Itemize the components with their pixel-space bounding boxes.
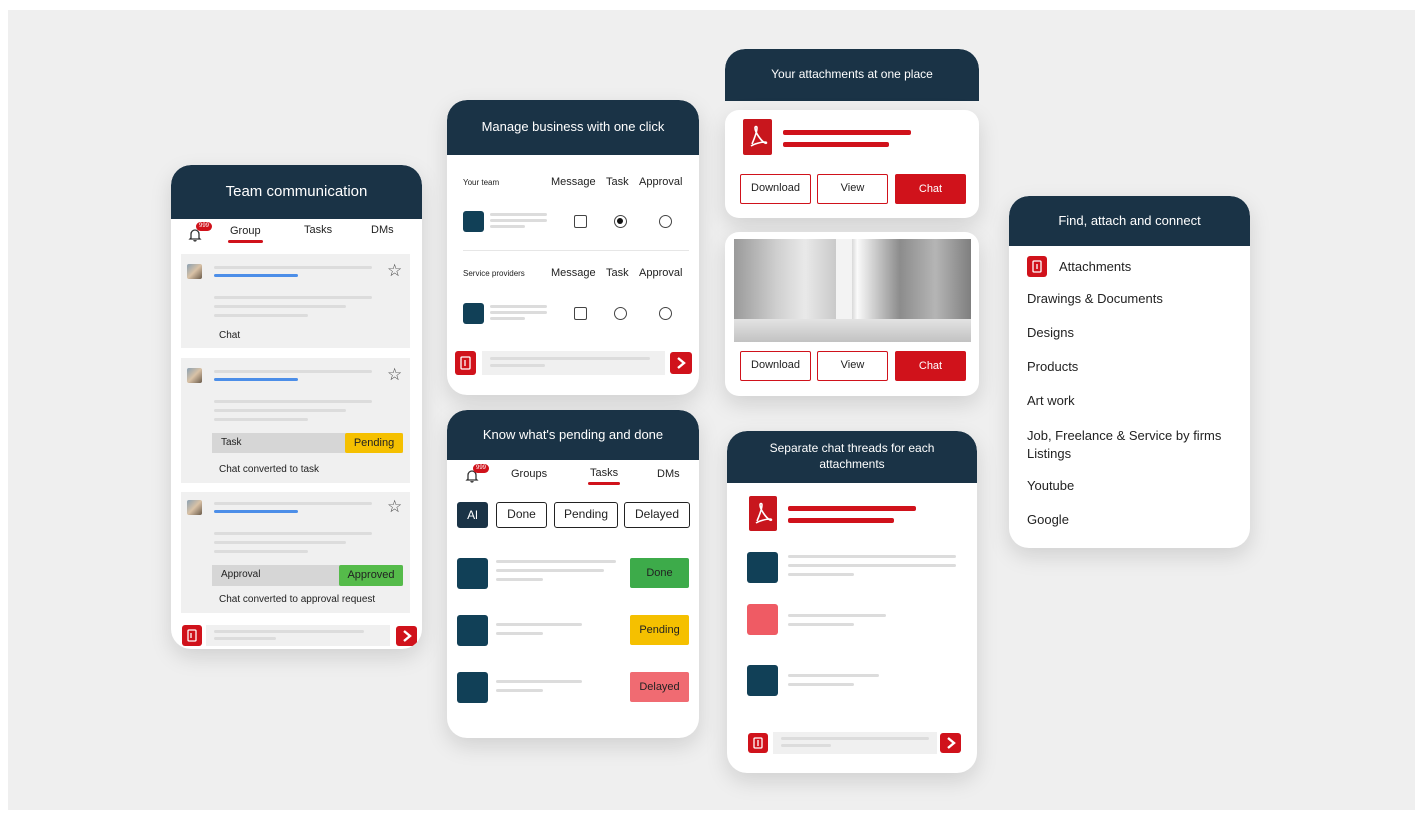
thread-avatar bbox=[747, 552, 778, 583]
status-delayed: Delayed bbox=[630, 672, 689, 702]
list-item-designs[interactable]: Designs bbox=[1027, 325, 1074, 340]
chat-message[interactable]: ☆ Chat bbox=[181, 254, 410, 348]
tab-dms[interactable]: DMs bbox=[657, 468, 680, 480]
chat-message[interactable]: ☆ Approval Approved Chat converted to ap… bbox=[181, 492, 410, 613]
list-item-youtube[interactable]: Youtube bbox=[1027, 478, 1074, 493]
filter-delayed[interactable]: Delayed bbox=[624, 502, 690, 528]
list-item-products[interactable]: Products bbox=[1027, 359, 1078, 374]
attachment-button[interactable] bbox=[455, 351, 476, 375]
status-done: Done bbox=[630, 558, 689, 588]
approval-radio[interactable] bbox=[659, 215, 672, 228]
column-message: Message bbox=[551, 176, 596, 188]
message-input[interactable] bbox=[773, 732, 937, 754]
provider-avatar bbox=[463, 303, 484, 324]
task-avatar bbox=[457, 672, 488, 703]
chat-threads-card: Separate chat threads for each attachmen… bbox=[727, 431, 977, 773]
card-title: Team communication bbox=[171, 165, 422, 219]
message-footer: Chat bbox=[219, 330, 241, 341]
attachment-icon bbox=[1027, 256, 1047, 277]
pdf-icon bbox=[749, 496, 777, 531]
section-label: Service providers bbox=[463, 269, 525, 278]
download-button[interactable]: Download bbox=[740, 174, 811, 204]
chat-message[interactable]: ☆ Task Pending Chat converted to task bbox=[181, 358, 410, 483]
attachment-file-card: Download View Chat bbox=[725, 110, 979, 218]
star-icon[interactable]: ☆ bbox=[387, 498, 402, 515]
thread-avatar bbox=[747, 604, 778, 635]
section-label: Your team bbox=[463, 178, 500, 187]
filter-done[interactable]: Done bbox=[496, 502, 547, 528]
list-item-artwork[interactable]: Art work bbox=[1027, 393, 1075, 408]
pending-done-card: Know what's pending and done 999 Groups … bbox=[447, 410, 699, 738]
task-radio[interactable] bbox=[614, 307, 627, 320]
attachment-button[interactable] bbox=[182, 625, 202, 646]
send-button[interactable] bbox=[940, 733, 961, 753]
team-member-avatar bbox=[463, 211, 484, 232]
card-title: Separate chat threads for each attachmen… bbox=[727, 431, 977, 483]
tab-groups[interactable]: Groups bbox=[511, 468, 547, 480]
avatar bbox=[187, 368, 202, 383]
avatar bbox=[187, 264, 202, 279]
list-item-google[interactable]: Google bbox=[1027, 512, 1069, 527]
message-input[interactable] bbox=[206, 625, 390, 646]
message-checkbox[interactable] bbox=[574, 215, 587, 228]
task-avatar bbox=[457, 558, 488, 589]
status-badge: Pending bbox=[345, 433, 403, 453]
team-communication-card: Team communication 999 Group Tasks DMs ☆… bbox=[171, 165, 422, 649]
column-approval: Approval bbox=[639, 176, 683, 188]
approval-radio[interactable] bbox=[659, 307, 672, 320]
send-button[interactable] bbox=[670, 352, 692, 374]
attachment-image-card: Download View Chat bbox=[725, 232, 979, 396]
tab-dms[interactable]: DMs bbox=[371, 224, 394, 236]
star-icon[interactable]: ☆ bbox=[387, 366, 402, 383]
card-title: Know what's pending and done bbox=[447, 410, 699, 460]
attachments-heading: Attachments bbox=[1059, 259, 1132, 274]
filter-pending[interactable]: Pending bbox=[554, 502, 618, 528]
tab-group[interactable]: Group bbox=[228, 225, 263, 243]
pdf-icon bbox=[743, 119, 772, 155]
message-footer: Chat converted to task bbox=[219, 464, 320, 475]
list-item-listings[interactable]: Job, Freelance & Service by firms Listin… bbox=[1027, 427, 1227, 463]
attachment-button[interactable] bbox=[748, 733, 768, 753]
filter-all[interactable]: Al bbox=[457, 502, 488, 528]
thread-avatar bbox=[747, 665, 778, 696]
list-item-drawings[interactable]: Drawings & Documents bbox=[1027, 291, 1163, 306]
canvas: Team communication 999 Group Tasks DMs ☆… bbox=[8, 10, 1415, 810]
view-button[interactable]: View bbox=[817, 351, 888, 381]
avatar bbox=[187, 500, 202, 515]
message-checkbox[interactable] bbox=[574, 307, 587, 320]
tab-tasks[interactable]: Tasks bbox=[304, 224, 332, 236]
task-radio[interactable] bbox=[614, 215, 627, 228]
column-task: Task bbox=[606, 267, 629, 279]
chat-button[interactable]: Chat bbox=[895, 351, 966, 381]
column-approval: Approval bbox=[639, 267, 683, 279]
window-photo bbox=[734, 239, 971, 342]
notification-badge: 999 bbox=[473, 464, 490, 473]
card-title: Your attachments at one place bbox=[725, 49, 979, 101]
message-footer: Chat converted to approval request bbox=[219, 594, 376, 605]
column-message: Message bbox=[551, 267, 596, 279]
download-button[interactable]: Download bbox=[740, 351, 811, 381]
task-label: Task bbox=[221, 437, 242, 448]
star-icon[interactable]: ☆ bbox=[387, 262, 402, 279]
message-input[interactable] bbox=[482, 351, 665, 375]
chat-button[interactable]: Chat bbox=[895, 174, 966, 204]
find-attach-card: Find, attach and connect Attachments Dra… bbox=[1009, 196, 1250, 548]
attachments-header-card: Your attachments at one place bbox=[725, 49, 979, 101]
column-task: Task bbox=[606, 176, 629, 188]
send-button[interactable] bbox=[396, 626, 417, 646]
approval-label: Approval bbox=[221, 569, 261, 580]
status-pending: Pending bbox=[630, 615, 689, 645]
card-title: Find, attach and connect bbox=[1009, 196, 1250, 246]
view-button[interactable]: View bbox=[817, 174, 888, 204]
notification-badge: 999 bbox=[196, 222, 213, 231]
tab-tasks[interactable]: Tasks bbox=[587, 467, 621, 485]
approval-row: Approval Approved bbox=[212, 565, 403, 586]
task-avatar bbox=[457, 615, 488, 646]
status-badge: Approved bbox=[339, 565, 403, 586]
card-title: Manage business with one click bbox=[447, 100, 699, 155]
manage-business-card: Manage business with one click Your team… bbox=[447, 100, 699, 395]
task-row: Task Pending bbox=[212, 433, 403, 453]
